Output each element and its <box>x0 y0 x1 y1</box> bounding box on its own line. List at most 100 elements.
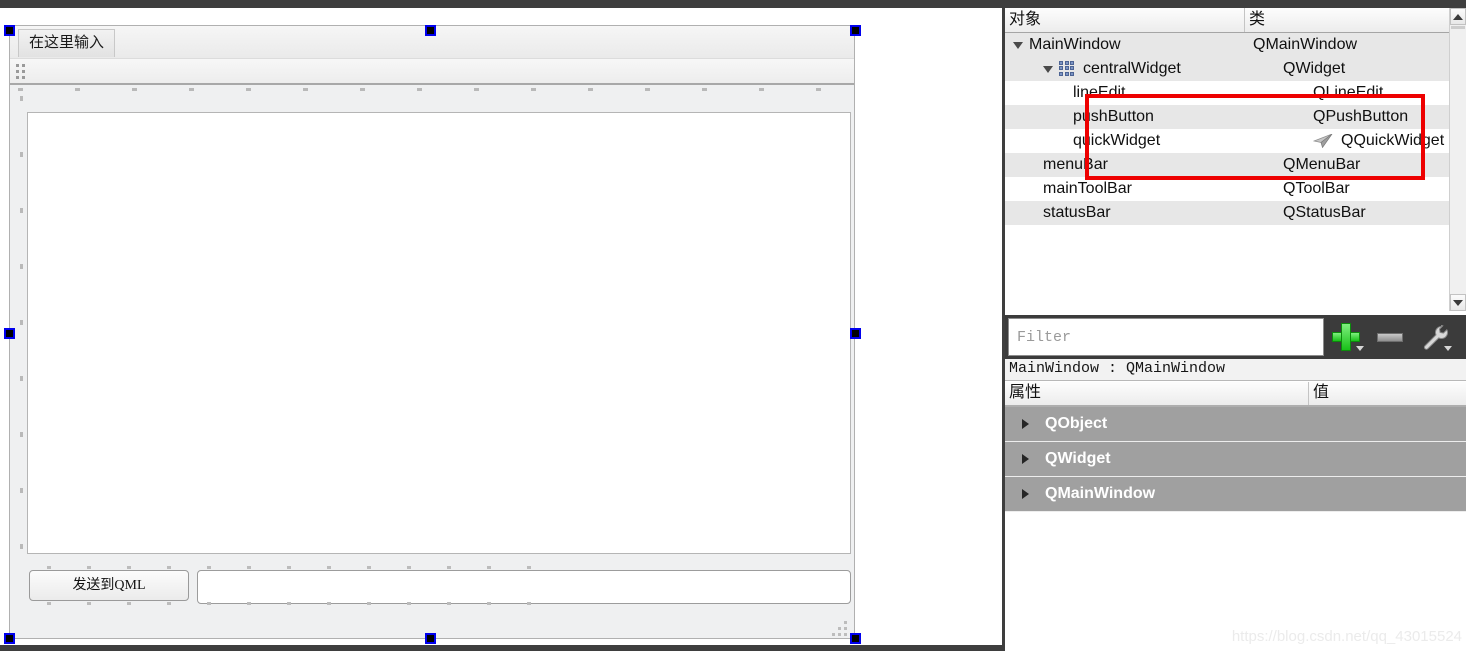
object-inspector-header: 对象 类 <box>1005 8 1449 33</box>
selection-handle-top-center[interactable] <box>425 25 436 36</box>
selected-object-label: MainWindow : QMainWindow <box>1005 359 1466 381</box>
message-line-edit[interactable] <box>197 570 851 604</box>
column-header-object[interactable]: 对象 <box>1005 8 1245 32</box>
tree-row-name-cell: pushButton <box>1005 108 1313 126</box>
tree-row-class-name: QToolBar <box>1283 180 1350 197</box>
property-group-label: QWidget <box>1045 450 1111 467</box>
tree-row-object-name: quickWidget <box>1073 132 1161 149</box>
property-group-label: QObject <box>1045 415 1108 432</box>
tree-row-class-cell: QPushButton <box>1313 108 1449 126</box>
statusbar-sizegrip-icon[interactable] <box>826 615 848 636</box>
tree-row-class-name: QQuickWidget <box>1341 132 1445 149</box>
column-header-class[interactable]: 类 <box>1245 8 1449 32</box>
tree-row-centralWidget[interactable]: centralWidget QWidget <box>1005 57 1449 81</box>
selection-handle-bottom-left[interactable] <box>4 633 15 644</box>
tree-row-class-name: QStatusBar <box>1283 204 1366 221</box>
toolbar-grip-icon[interactable] <box>16 64 26 80</box>
chevron-down-icon <box>1444 346 1452 351</box>
column-header-value[interactable]: 值 <box>1309 382 1466 405</box>
tree-row-object-name: lineEdit <box>1073 84 1126 101</box>
tree-row-class-name: QPushButton <box>1313 108 1409 125</box>
tree-row-object-name: MainWindow <box>1029 36 1121 53</box>
tree-row-class-name: QMainWindow <box>1253 36 1358 53</box>
right-dock-area: 对象 类 MainWindow QMainWindow centralWidget Q… <box>1005 8 1466 651</box>
tree-row-name-cell: quickWidget <box>1005 132 1313 150</box>
tree-row-name-cell: centralWidget <box>1005 60 1283 78</box>
property-group-QWidget[interactable]: QWidget <box>1005 442 1466 477</box>
property-group-QObject[interactable]: QObject <box>1005 407 1466 442</box>
tree-row-name-cell: MainWindow <box>1005 36 1253 54</box>
tree-row-mainToolBar[interactable]: mainToolBar QToolBar <box>1005 177 1449 201</box>
scroll-down-button[interactable] <box>1450 294 1466 311</box>
layout-guide-row-bottom <box>27 602 537 605</box>
tree-row-class-name: QMenuBar <box>1283 156 1361 173</box>
chevron-down-icon[interactable] <box>1013 41 1023 49</box>
window-bottom-border <box>0 645 1005 651</box>
paper-plane-icon <box>1313 134 1333 148</box>
grid-layout-icon <box>1059 60 1076 78</box>
tree-row-name-cell: menuBar <box>1005 156 1283 174</box>
tree-row-name-cell: mainToolBar <box>1005 180 1283 198</box>
chevron-down-icon[interactable] <box>1043 65 1053 73</box>
minus-icon <box>1377 332 1403 342</box>
selection-handle-bottom-right[interactable] <box>850 633 861 644</box>
tree-row-object-name: centralWidget <box>1083 60 1181 77</box>
tree-row-class-name: QLineEdit <box>1313 84 1384 101</box>
column-header-attribute[interactable]: 属性 <box>1005 382 1309 405</box>
tree-row-class-cell: QWidget <box>1283 60 1449 78</box>
chevron-down-icon <box>1453 299 1463 306</box>
tree-row-lineEdit[interactable]: lineEdit QLineEdit <box>1005 81 1449 105</box>
tree-row-class-cell: QMainWindow <box>1253 36 1449 54</box>
tree-row-class-cell: QLineEdit <box>1313 84 1449 102</box>
selection-handle-top-right[interactable] <box>850 25 861 36</box>
selection-handle-middle-left[interactable] <box>4 328 15 339</box>
send-to-qml-button[interactable]: 发送到QML <box>29 570 189 601</box>
scroll-up-button[interactable] <box>1450 8 1466 25</box>
tree-row-object-name: pushButton <box>1073 108 1154 125</box>
property-filter-toolbar <box>1005 315 1466 359</box>
tree-row-class-cell: QQuickWidget <box>1313 132 1449 150</box>
property-editor-header: 属性 值 <box>1005 382 1466 407</box>
selection-handle-middle-right[interactable] <box>850 328 861 339</box>
mainwindow-form[interactable]: 在这里输入 发送到QML <box>9 25 855 639</box>
property-group-QMainWindow[interactable]: QMainWindow <box>1005 477 1466 512</box>
form-toolbar[interactable] <box>10 59 854 85</box>
remove-property-button[interactable] <box>1368 315 1412 359</box>
layout-guide-row-top <box>27 566 537 569</box>
layout-guide-horizontal <box>18 88 850 92</box>
form-designer-canvas[interactable]: 在这里输入 发送到QML <box>0 8 1002 645</box>
object-inspector-tree[interactable]: MainWindow QMainWindow centralWidget QWidge… <box>1005 33 1449 311</box>
selection-handle-top-left[interactable] <box>4 25 15 36</box>
chevron-right-icon[interactable] <box>1022 419 1029 429</box>
tree-row-MainWindow[interactable]: MainWindow QMainWindow <box>1005 33 1449 57</box>
chevron-down-icon <box>1356 346 1364 351</box>
layout-guide-vertical-left <box>20 96 24 566</box>
tree-row-statusBar[interactable]: statusBar QStatusBar <box>1005 201 1449 225</box>
tree-row-menuBar[interactable]: menuBar QMenuBar <box>1005 153 1449 177</box>
tree-row-class-name: QWidget <box>1283 60 1346 77</box>
tree-row-class-cell: QToolBar <box>1283 180 1449 198</box>
menubar-type-here[interactable]: 在这里输入 <box>18 29 116 57</box>
window-top-border <box>0 0 1466 8</box>
tree-row-object-name: menuBar <box>1043 156 1108 173</box>
tree-row-object-name: statusBar <box>1043 204 1111 221</box>
tree-row-quickWidget[interactable]: quickWidget QQuickWidget <box>1005 129 1449 153</box>
tree-row-name-cell: lineEdit <box>1005 84 1313 102</box>
property-group-label: QMainWindow <box>1045 485 1156 502</box>
quickwidget-preview[interactable] <box>27 112 851 554</box>
scrollbar-thumb[interactable] <box>1451 26 1465 29</box>
tree-row-name-cell: statusBar <box>1005 204 1283 222</box>
selection-handle-bottom-center[interactable] <box>425 633 436 644</box>
add-property-button[interactable] <box>1324 315 1368 359</box>
watermark-text: https://blog.csdn.net/qq_43015524 <box>1231 628 1462 645</box>
object-inspector-scrollbar[interactable] <box>1449 8 1466 311</box>
form-bottom-row: 发送到QML <box>27 566 851 606</box>
property-editor-groups[interactable]: QObject QWidget QMainWindow <box>1005 407 1466 557</box>
configure-settings-button[interactable] <box>1412 315 1456 359</box>
chevron-right-icon[interactable] <box>1022 489 1029 499</box>
tree-row-pushButton[interactable]: pushButton QPushButton <box>1005 105 1449 129</box>
chevron-up-icon <box>1453 13 1463 20</box>
chevron-right-icon[interactable] <box>1022 454 1029 464</box>
tree-row-class-cell: QStatusBar <box>1283 204 1449 222</box>
filter-input[interactable] <box>1008 318 1324 356</box>
